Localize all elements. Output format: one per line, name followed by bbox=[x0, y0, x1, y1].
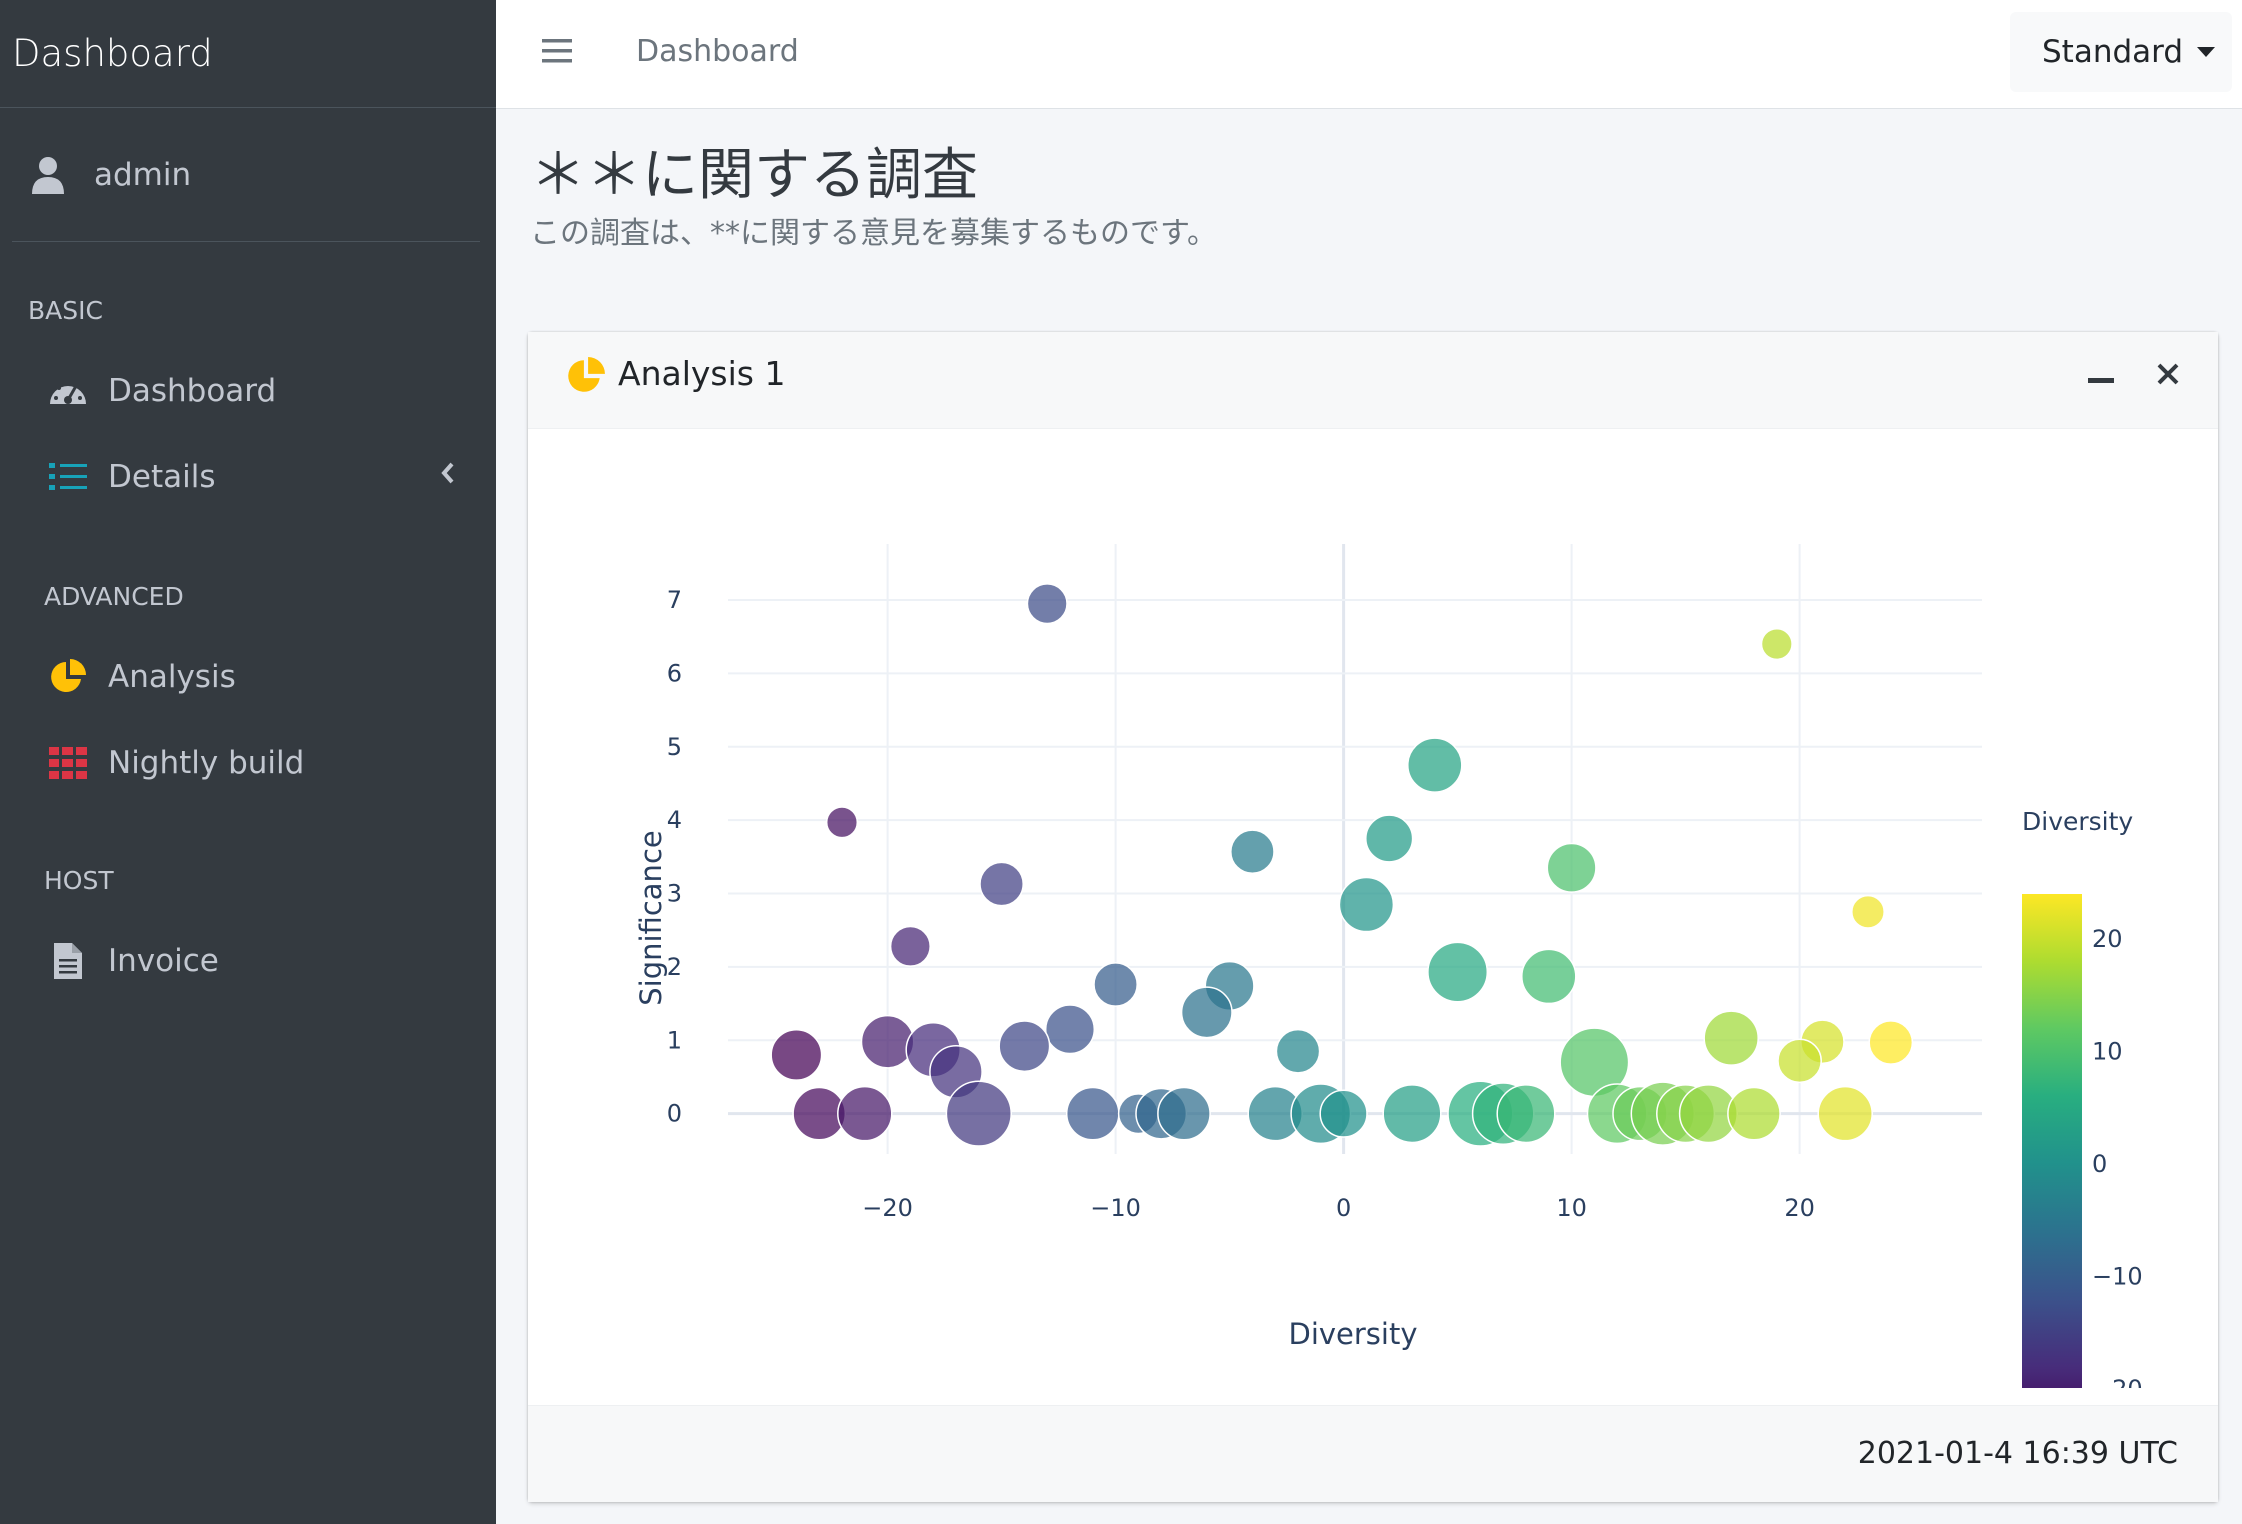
minimize-icon[interactable] bbox=[2088, 378, 2114, 383]
nav-header-advanced: ADVANCED bbox=[44, 582, 184, 611]
x-tick-label: −10 bbox=[1090, 1194, 1141, 1222]
data-point[interactable] bbox=[1851, 894, 1885, 929]
data-point[interactable] bbox=[837, 1085, 893, 1142]
top-navbar: Dashboard Standard bbox=[496, 0, 2242, 109]
data-point[interactable] bbox=[1180, 986, 1233, 1039]
pie-chart-icon bbox=[568, 357, 605, 392]
data-point[interactable] bbox=[1157, 1086, 1211, 1141]
x-tick-label: 0 bbox=[1336, 1194, 1351, 1222]
sidebar-item-details[interactable]: Details bbox=[48, 446, 466, 508]
data-point[interactable] bbox=[1230, 829, 1275, 875]
data-point[interactable] bbox=[1319, 1089, 1368, 1138]
colorbar-title: Diversity bbox=[2022, 807, 2133, 836]
data-point[interactable] bbox=[1407, 737, 1463, 793]
data-point[interactable] bbox=[1044, 1004, 1096, 1055]
colorbar bbox=[2022, 894, 2082, 1388]
data-point[interactable] bbox=[1382, 1084, 1442, 1144]
data-point[interactable] bbox=[1777, 1038, 1822, 1084]
x-tick-label: −20 bbox=[862, 1194, 913, 1222]
sidebar-item-label: Nightly build bbox=[108, 745, 305, 781]
grid-icon bbox=[48, 743, 88, 783]
y-tick-label: 2 bbox=[667, 953, 682, 981]
card-footer: 2021-01-4 16:39 UTC bbox=[528, 1405, 2218, 1502]
sidebar-item-invoice[interactable]: Invoice bbox=[48, 930, 466, 992]
colorbar-tick-label: 10 bbox=[2092, 1038, 2123, 1066]
brand-link[interactable]: Dashboard bbox=[0, 0, 496, 108]
sidebar-item-nightly-build[interactable]: Nightly build bbox=[48, 732, 466, 794]
y-tick-label: 0 bbox=[667, 1100, 682, 1128]
data-point[interactable] bbox=[998, 1020, 1051, 1073]
x-axis-label: Diversity bbox=[1288, 1317, 1417, 1351]
standard-dropdown[interactable]: Standard bbox=[2010, 12, 2232, 92]
x-tick-label: 10 bbox=[1556, 1194, 1587, 1222]
sidebar-item-label: Dashboard bbox=[108, 373, 277, 409]
y-tick-label: 4 bbox=[667, 806, 682, 834]
sidebar-item-dashboard[interactable]: Dashboard bbox=[48, 360, 466, 422]
data-point[interactable] bbox=[1275, 1028, 1321, 1074]
pie-chart-icon bbox=[48, 657, 88, 697]
data-point[interactable] bbox=[1521, 948, 1577, 1005]
data-point[interactable] bbox=[1365, 814, 1414, 863]
y-tick-label: 1 bbox=[667, 1026, 682, 1054]
brand-text: Dashboard bbox=[12, 32, 213, 75]
user-icon bbox=[32, 156, 64, 194]
y-tick-label: 3 bbox=[667, 880, 682, 908]
y-axis-label: Significance bbox=[634, 830, 668, 1005]
sidebar-item-analysis[interactable]: Analysis bbox=[48, 646, 466, 708]
user-name: admin bbox=[94, 156, 192, 193]
list-icon bbox=[48, 457, 88, 497]
file-icon bbox=[48, 941, 88, 981]
card-title: Analysis 1 bbox=[618, 354, 786, 393]
card-header: Analysis 1 bbox=[528, 332, 2218, 429]
colorbar-tick-label: 0 bbox=[2092, 1150, 2107, 1178]
dropdown-value: Standard bbox=[2042, 34, 2184, 70]
colorbar-tick-label: −20 bbox=[2092, 1375, 2143, 1388]
y-tick-label: 5 bbox=[667, 733, 682, 761]
bubble-chart: −20 −10 0 10 20 0 1 2 3 4 5 6 7 Diversity Significan… bbox=[634, 544, 2143, 1388]
data-point[interactable] bbox=[1868, 1020, 1914, 1065]
close-icon[interactable] bbox=[2156, 362, 2180, 386]
data-point[interactable] bbox=[1065, 1086, 1120, 1141]
nav-header-host: HOST bbox=[44, 866, 114, 895]
page-title: ＊＊に関する調査 bbox=[530, 143, 978, 208]
analysis-card: Analysis 1 −20 −10 0 10 20 0 1 2 3 4 5 6 7 Diversity bbox=[528, 332, 2218, 1502]
data-point[interactable] bbox=[825, 806, 859, 839]
data-point[interactable] bbox=[889, 925, 931, 967]
sidebar-item-label: Analysis bbox=[108, 659, 236, 695]
data-point[interactable] bbox=[860, 1014, 915, 1069]
colorbar-tick-label: −10 bbox=[2092, 1263, 2143, 1291]
sidebar-item-label: Invoice bbox=[108, 943, 219, 979]
data-point[interactable] bbox=[979, 861, 1024, 907]
data-point[interactable] bbox=[1727, 1086, 1781, 1141]
colorbar-tick-label: 20 bbox=[2092, 925, 2123, 953]
data-point[interactable] bbox=[945, 1080, 1012, 1147]
chevron-left-icon bbox=[441, 462, 454, 484]
page-subtitle: この調査は、**に関する意見を募集するものです。 bbox=[530, 216, 1217, 251]
colorbar-ticks: 20 10 0 −10 −20 bbox=[2092, 925, 2143, 1388]
data-point[interactable] bbox=[1817, 1085, 1873, 1142]
sidebar: Dashboard admin BASIC Dashboard Details … bbox=[0, 0, 496, 1524]
sidebar-item-label: Details bbox=[108, 459, 216, 495]
data-point[interactable] bbox=[1427, 941, 1489, 1003]
data-point[interactable] bbox=[1093, 962, 1138, 1007]
y-tick-label: 7 bbox=[667, 586, 682, 614]
data-point[interactable] bbox=[1026, 583, 1068, 625]
caret-down-icon bbox=[2197, 47, 2216, 57]
data-point[interactable] bbox=[1496, 1084, 1556, 1144]
data-point[interactable] bbox=[1338, 876, 1395, 933]
tachometer-icon bbox=[48, 371, 88, 411]
nav-header-basic: BASIC bbox=[28, 296, 103, 325]
data-point[interactable] bbox=[770, 1028, 823, 1081]
data-point[interactable] bbox=[1760, 627, 1793, 661]
y-tick-label: 6 bbox=[667, 659, 682, 687]
chart-points bbox=[770, 583, 1914, 1147]
footer-timestamp: 2021-01-4 16:39 UTC bbox=[1857, 1436, 2178, 1471]
x-tick-label: 20 bbox=[1784, 1194, 1815, 1222]
navbar-dashboard-link[interactable]: Dashboard bbox=[636, 34, 799, 69]
data-point[interactable] bbox=[1703, 1010, 1759, 1066]
data-point[interactable] bbox=[1546, 842, 1597, 893]
user-panel[interactable]: admin bbox=[12, 108, 480, 242]
menu-icon[interactable] bbox=[542, 38, 572, 64]
